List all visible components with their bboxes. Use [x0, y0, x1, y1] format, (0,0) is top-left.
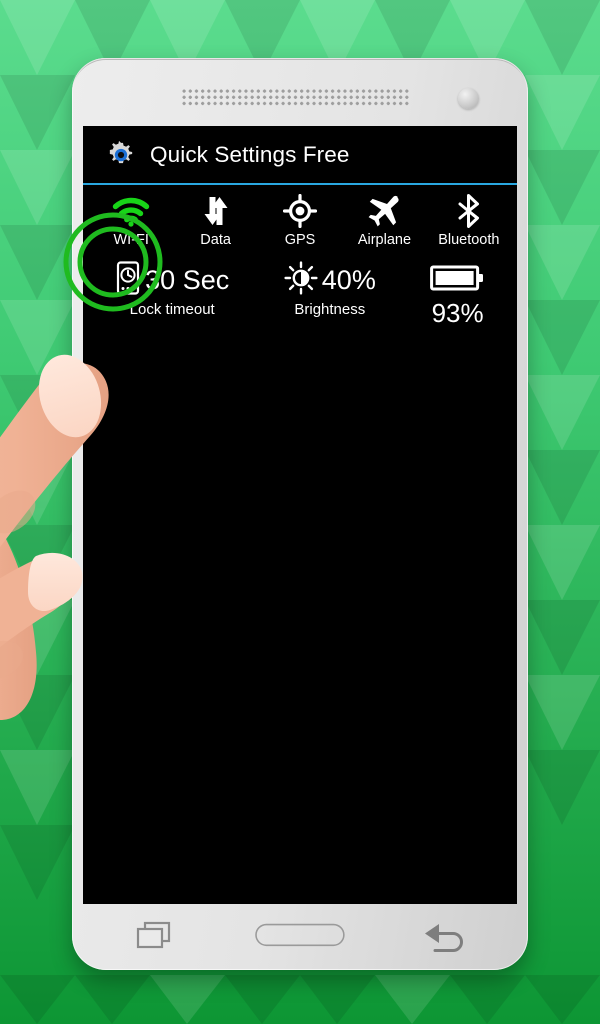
toggle-gps[interactable]: GPS — [258, 191, 342, 248]
lock-timeout-value: 30 Sec — [145, 264, 230, 295]
navigation-bar — [83, 904, 517, 966]
quick-toggle-row: WI-FI Data GPS Airplane Bluetooth — [83, 185, 517, 250]
toggle-data[interactable]: Data — [173, 191, 257, 248]
wifi-icon — [111, 193, 151, 229]
back-button[interactable] — [400, 913, 490, 957]
home-button[interactable] — [255, 913, 345, 957]
gear-icon — [105, 139, 137, 171]
airplane-icon — [366, 193, 402, 229]
battery-icon — [429, 263, 486, 298]
brightness-caption: Brightness — [294, 301, 366, 318]
bluetooth-icon — [454, 193, 484, 229]
status-battery[interactable]: 93% — [402, 260, 513, 329]
screenshot-stage: Quick Settings Free WI-FI Data GPS Airpl… — [0, 0, 600, 1024]
toggle-data-label: Data — [200, 232, 231, 248]
phone-device: Quick Settings Free WI-FI Data GPS Airpl… — [72, 58, 528, 970]
phone-top-bezel — [72, 58, 528, 126]
status-row: 30 Sec Lock timeout 40% Brightness 93% — [83, 250, 517, 329]
gps-icon — [283, 193, 318, 229]
toggle-bluetooth-label: Bluetooth — [438, 232, 500, 248]
toggle-airplane[interactable]: Airplane — [342, 191, 426, 248]
battery-value: 93% — [431, 298, 484, 328]
status-brightness[interactable]: 40% Brightness — [257, 260, 402, 318]
brightness-sun-icon — [284, 260, 318, 300]
phone-screen: Quick Settings Free WI-FI Data GPS Airpl… — [83, 126, 517, 904]
toggle-gps-label: GPS — [284, 232, 316, 248]
app-title-bar: Quick Settings Free — [83, 126, 517, 183]
status-lock-timeout[interactable]: 30 Sec Lock timeout — [87, 260, 257, 318]
recents-button[interactable] — [110, 913, 200, 957]
lock-timeout-caption: Lock timeout — [129, 301, 215, 318]
front-camera-icon — [458, 88, 479, 109]
toggle-airplane-label: Airplane — [357, 232, 412, 248]
page-title: Quick Settings Free — [150, 141, 350, 167]
data-icon — [199, 193, 233, 229]
earpiece-speaker-grille — [181, 88, 409, 108]
toggle-bluetooth[interactable]: Bluetooth — [427, 191, 511, 248]
brightness-value: 40% — [321, 264, 376, 295]
toggle-wifi[interactable]: WI-FI — [89, 191, 173, 248]
phone-clock-icon — [115, 260, 141, 300]
toggle-wifi-label: WI-FI — [113, 232, 149, 248]
